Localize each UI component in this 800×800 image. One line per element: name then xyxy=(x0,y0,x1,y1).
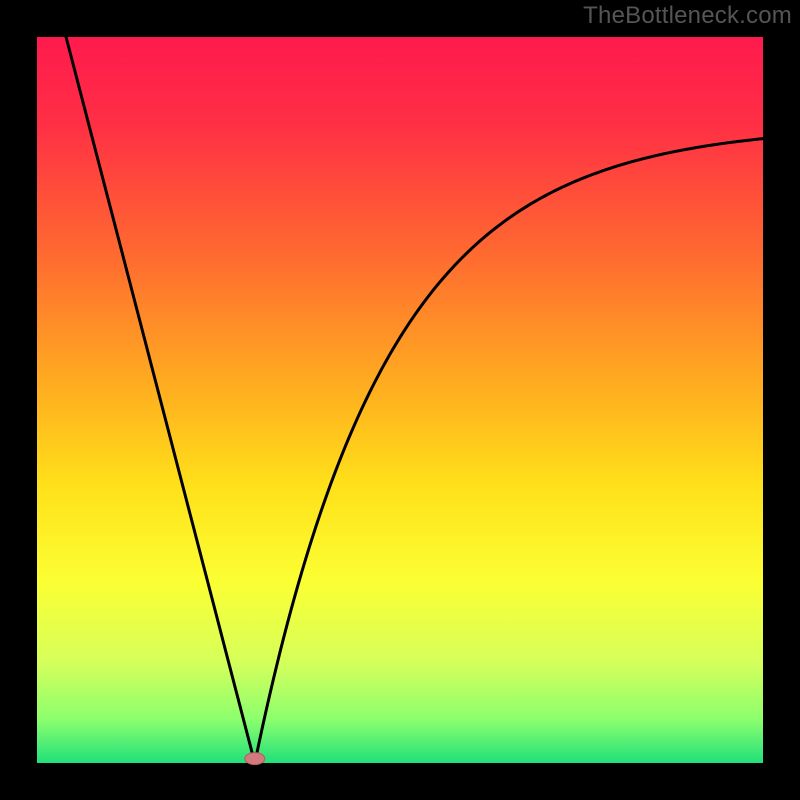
chart-frame: TheBottleneck.com xyxy=(0,0,800,800)
bottleneck-chart xyxy=(0,0,800,800)
watermark-text: TheBottleneck.com xyxy=(583,2,792,30)
plot-background xyxy=(37,37,763,763)
optimum-marker xyxy=(245,753,265,765)
